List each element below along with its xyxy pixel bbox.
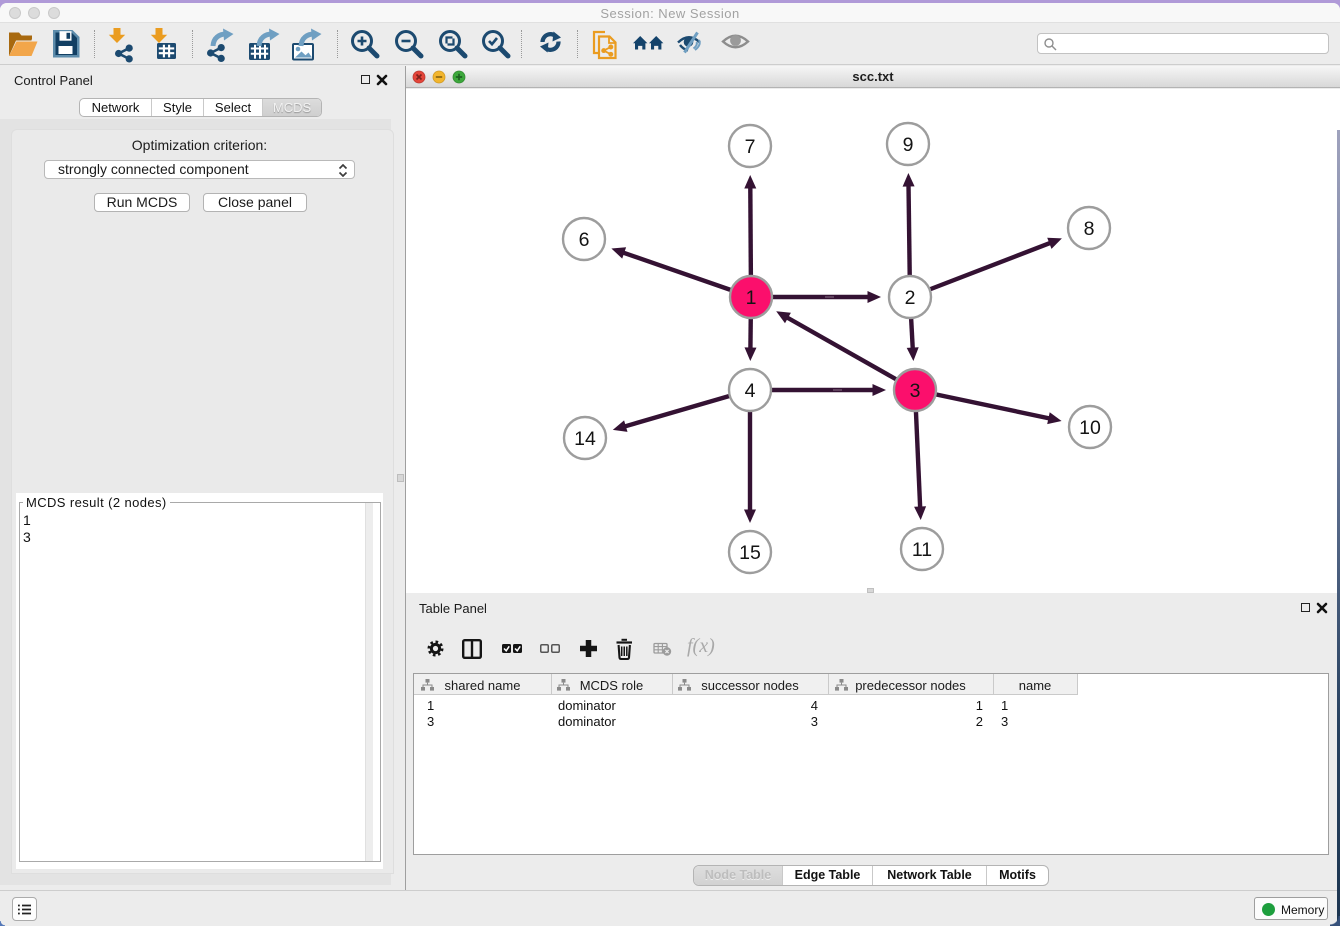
svg-text:4: 4 [745, 380, 756, 402]
svg-text:8: 8 [1084, 218, 1095, 240]
svg-text:14: 14 [574, 428, 596, 450]
svg-text:2: 2 [905, 287, 916, 309]
svg-text:7: 7 [745, 136, 756, 158]
svg-text:1: 1 [746, 287, 757, 309]
svg-text:9: 9 [903, 134, 914, 156]
svg-text:10: 10 [1079, 417, 1101, 439]
svg-text:15: 15 [739, 542, 761, 564]
svg-text:11: 11 [912, 539, 932, 561]
svg-text:3: 3 [910, 380, 921, 402]
svg-text:6: 6 [579, 229, 590, 251]
